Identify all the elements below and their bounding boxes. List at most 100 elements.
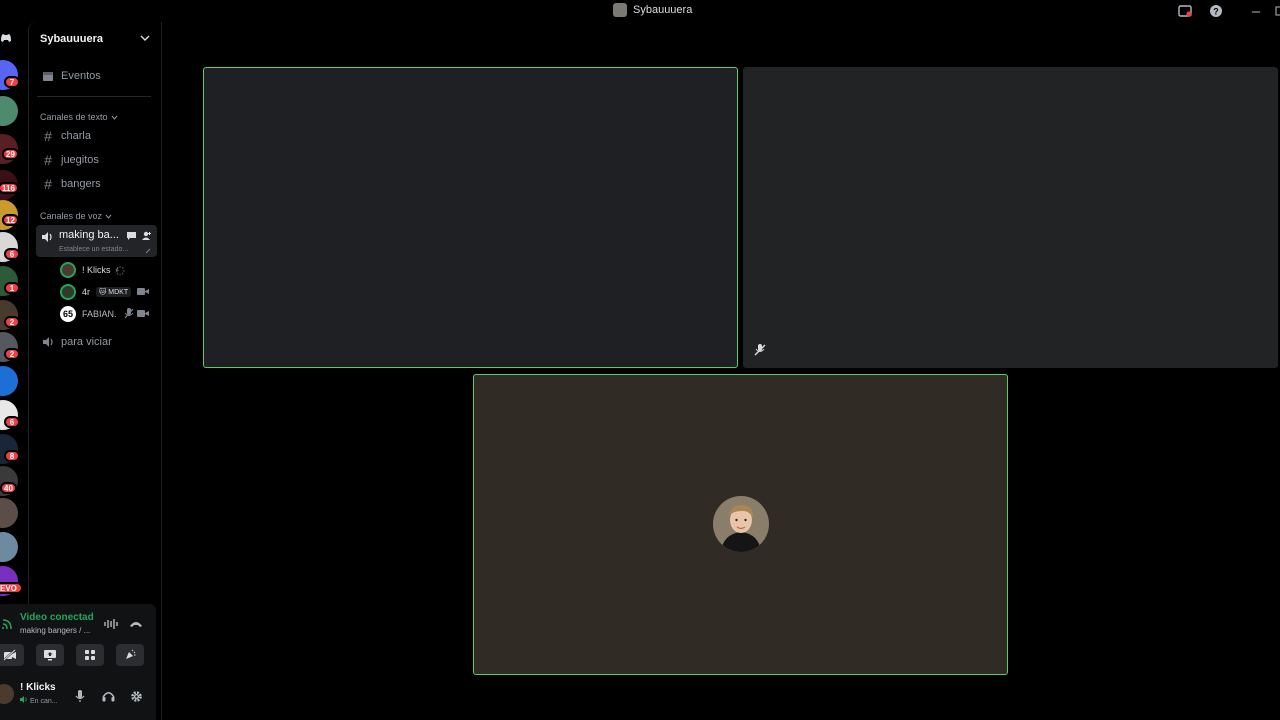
- participant-tile[interactable]: [743, 67, 1278, 368]
- participant-avatar: [713, 496, 769, 552]
- headphones-button[interactable]: [98, 686, 118, 706]
- window-title-text: Sybauuuera: [633, 4, 693, 16]
- badge: 6: [4, 416, 20, 428]
- server-icon[interactable]: [0, 96, 18, 126]
- disconnect-icon[interactable]: [129, 620, 143, 628]
- voice-member[interactable]: ! Klicks ⚡꙰꙰: [60, 261, 120, 279]
- user-status: En can...: [29, 698, 58, 705]
- badge: 29: [2, 148, 19, 160]
- add-user-icon[interactable]: [141, 231, 152, 241]
- maximize-icon[interactable]: [1272, 3, 1280, 19]
- divider: [37, 96, 151, 97]
- channel-item-charla[interactable]: # charla: [37, 126, 157, 146]
- set-status-text[interactable]: Establece un estado...: [59, 246, 128, 253]
- muted-mic-icon: [124, 308, 134, 319]
- badge: 116: [0, 182, 19, 194]
- connected-channel[interactable]: making bangers / ...: [20, 626, 90, 635]
- badge: 8: [4, 450, 20, 462]
- headphones-icon: [102, 692, 114, 702]
- member-tag: ⚡꙰꙰: [114, 265, 121, 275]
- connection-status[interactable]: Video conectado: [20, 612, 94, 623]
- title-bar: Sybauuuera ?: [0, 0, 1280, 22]
- noise-suppression-icon[interactable]: [104, 619, 118, 629]
- badge: 1: [4, 282, 20, 294]
- microphone-icon: [75, 689, 85, 702]
- member-name: 4r: [82, 287, 91, 297]
- voice-member[interactable]: 65 FABIAN.: [60, 305, 149, 323]
- speaker-icon: [20, 696, 27, 703]
- discord-home-icon[interactable]: [0, 24, 14, 52]
- gear-icon: [130, 690, 142, 702]
- activities-icon: [85, 650, 95, 660]
- text-category[interactable]: Canales de texto: [40, 112, 118, 122]
- participant-tile-video[interactable]: [203, 67, 738, 368]
- channel-item-bangers[interactable]: # bangers: [37, 174, 157, 194]
- channel-label: juegitos: [61, 154, 99, 166]
- screen-share-button[interactable]: [36, 644, 64, 666]
- pencil-icon[interactable]: [145, 248, 151, 254]
- badge: 7: [4, 76, 20, 88]
- server-header[interactable]: Sybauuuera: [29, 22, 162, 56]
- speaker-icon: [42, 232, 52, 242]
- user-avatar[interactable]: [0, 684, 14, 704]
- server-icon: [613, 3, 627, 17]
- avatar: 65: [60, 306, 76, 322]
- camera-icon: [137, 310, 149, 317]
- badge: 2: [4, 316, 20, 328]
- server-icon[interactable]: [0, 498, 18, 528]
- user-name[interactable]: ! Klicks: [20, 682, 56, 693]
- voice-channel-label: para viciar: [61, 336, 112, 348]
- new-badge: EVO: [0, 582, 23, 594]
- server-name: Sybauuuera: [40, 33, 103, 45]
- badge: 2: [4, 348, 20, 360]
- member-name: FABIAN.: [82, 309, 117, 319]
- member-tag: 🐱 MDKT: [96, 287, 132, 297]
- minimize-icon[interactable]: [1248, 3, 1264, 19]
- inbox-icon[interactable]: [1177, 3, 1193, 19]
- camera-off-icon: [3, 649, 16, 661]
- calendar-icon: [41, 70, 55, 82]
- events-label: Eventos: [61, 70, 101, 82]
- participant-tile-speaking[interactable]: [473, 374, 1008, 675]
- channel-label: charla: [61, 130, 91, 142]
- chevron-down-icon: [111, 115, 117, 120]
- soundboard-icon: [126, 649, 136, 659]
- avatar: [60, 284, 76, 300]
- svg-text:?: ?: [1213, 7, 1219, 17]
- hashtag-icon: #: [44, 176, 52, 192]
- channel-item-juegitos[interactable]: # juegitos: [37, 150, 157, 170]
- events-item[interactable]: Eventos: [37, 66, 157, 86]
- soundboard-button[interactable]: [116, 644, 144, 666]
- voice-channel-label: making ba...: [59, 229, 119, 241]
- activities-button[interactable]: [76, 644, 104, 666]
- camera-off-button[interactable]: [0, 644, 24, 666]
- chevron-down-icon: [140, 35, 150, 41]
- server-icon[interactable]: [0, 366, 18, 396]
- category-label: Canales de voz: [40, 211, 103, 221]
- help-icon[interactable]: ?: [1208, 3, 1224, 19]
- chat-bubble-icon[interactable]: [126, 231, 137, 241]
- server-icon[interactable]: [0, 532, 18, 562]
- screen-share-icon: [44, 650, 56, 661]
- voice-channel-para-viciar[interactable]: para viciar: [37, 332, 157, 352]
- speaker-icon: [41, 336, 55, 348]
- connection-signal-icon[interactable]: [2, 618, 12, 630]
- badge: 12: [2, 214, 19, 226]
- voice-stage: [163, 22, 1280, 720]
- microphone-button[interactable]: [70, 686, 90, 706]
- voice-connection-panel: Video conectado making bangers / ... ! K…: [0, 604, 156, 720]
- hashtag-icon: #: [44, 152, 52, 168]
- voice-category[interactable]: Canales de voz: [40, 211, 112, 221]
- user-status-row: En can...: [20, 696, 58, 705]
- badge: 6: [4, 248, 20, 260]
- badge: 40: [0, 482, 17, 494]
- chevron-down-icon: [105, 214, 112, 219]
- settings-button[interactable]: [126, 686, 146, 706]
- muted-mic-icon: [754, 344, 766, 356]
- member-name: ! Klicks: [82, 265, 111, 275]
- voice-channel-making-bangers[interactable]: making ba... Establece un estado...: [36, 225, 157, 257]
- camera-icon: [137, 288, 149, 295]
- voice-member[interactable]: 4r 🐱 MDKT: [60, 283, 149, 301]
- avatar: [60, 262, 76, 278]
- hashtag-icon: #: [44, 128, 52, 144]
